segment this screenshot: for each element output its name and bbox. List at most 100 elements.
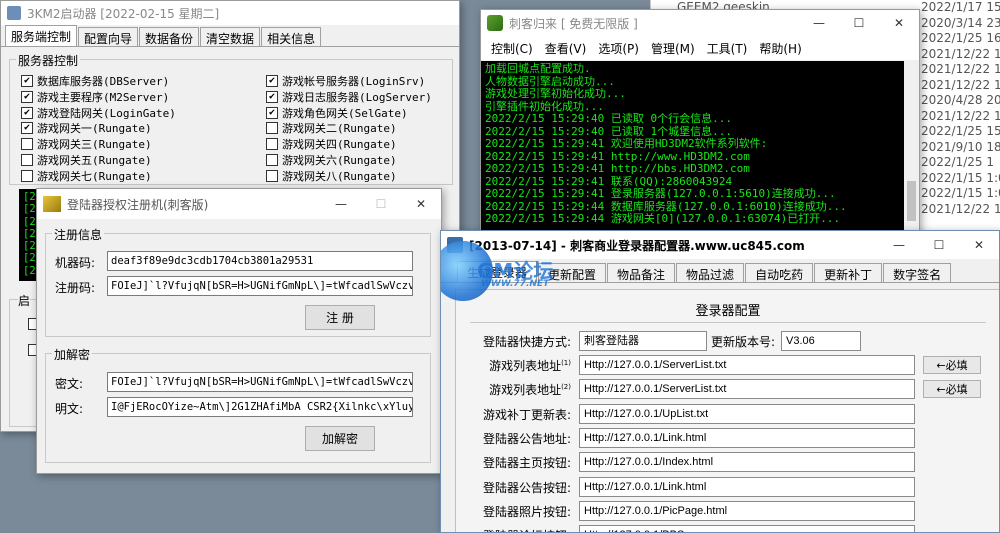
- launcher-log-line: [20: [23, 191, 39, 203]
- server-checkbox-label: 游戏网关五(Rungate): [37, 154, 152, 167]
- config-tab[interactable]: 数字签名: [883, 263, 952, 282]
- close-icon[interactable]: ✕: [879, 10, 919, 36]
- checkmark-icon[interactable]: ✔: [21, 106, 33, 119]
- encrypt-decrypt-button[interactable]: 加解密: [305, 426, 375, 451]
- server-checkbox[interactable]: ✔ 数据库服务器(DBServer): [21, 73, 169, 89]
- checkbox-empty-icon[interactable]: [21, 169, 33, 182]
- crypt-title: 加解密: [52, 346, 93, 363]
- config-url-field[interactable]: Http://127.0.0.1/Link.html: [579, 476, 915, 497]
- console-menu-item[interactable]: 控制(C): [485, 40, 539, 57]
- checkbox-empty-icon[interactable]: [266, 122, 278, 135]
- checkmark-icon[interactable]: ✔: [21, 75, 33, 87]
- config-url-field[interactable]: Http://127.0.0.1/PicPage.html: [579, 500, 915, 521]
- launcher-tab[interactable]: 清空数据: [200, 27, 261, 46]
- launcher-tabs: 服务端控制 配置向导 数据备份 清空数据 相关信息: [1, 25, 459, 47]
- checkmark-icon[interactable]: ✔: [21, 122, 33, 135]
- auth-window: 登陆器授权注册机(刺客版) — ☐ ✕ 注册信息 机器码: deaf3f89e9…: [36, 188, 442, 474]
- console-menu-item[interactable]: 帮助(H): [753, 40, 807, 57]
- config-row-label-text: 登陆器主页按钮:: [482, 456, 571, 471]
- server-checkbox[interactable]: 游戏网关三(Rungate): [21, 136, 152, 152]
- launcher-tab[interactable]: 配置向导: [78, 27, 139, 46]
- server-checkbox-label: 游戏日志服务器(LogServer): [282, 90, 432, 104]
- maximize-icon[interactable]: ☐: [361, 189, 401, 219]
- checkmark-icon[interactable]: ✔: [266, 90, 278, 103]
- config-tab[interactable]: 更新补丁: [814, 263, 883, 282]
- checkbox-empty-icon[interactable]: [21, 154, 33, 166]
- checkmark-icon[interactable]: ✔: [21, 90, 33, 103]
- config-row-label-sup: (1): [561, 359, 571, 367]
- cipher-field[interactable]: FOIeJ]`l?VfujqN[bSR=H>UGNifGmNpL\]=tWfca…: [107, 372, 413, 392]
- server-checkbox[interactable]: ✔ 游戏网关一(Rungate): [21, 120, 152, 136]
- console-log-line: 2022/2/15 15:29:40 已读取 0个行会信息...: [485, 112, 732, 125]
- close-icon[interactable]: ✕: [959, 231, 999, 259]
- server-checkbox[interactable]: ✔ 游戏帐号服务器(LoginSrv): [266, 73, 425, 89]
- launcher-tab[interactable]: 数据备份: [139, 27, 200, 46]
- machine-code-field[interactable]: deaf3f89e9dc3cdb1704cb3801a29531: [107, 251, 413, 271]
- server-checkbox[interactable]: 游戏网关七(Rungate): [21, 168, 152, 184]
- maximize-icon[interactable]: ☐: [839, 10, 879, 36]
- config-row-label: 登陆器公告按钮:: [471, 479, 571, 496]
- version-field[interactable]: V3.06: [781, 331, 861, 351]
- checkbox-empty-icon[interactable]: [266, 138, 278, 151]
- checkmark-icon[interactable]: ✔: [266, 106, 278, 119]
- server-checkbox[interactable]: 游戏网关六(Rungate): [266, 152, 397, 168]
- background-date: 2022/1/25 15: [921, 124, 1000, 138]
- plain-field[interactable]: I@FjERocOYize~Atm\]2G1ZHAfiMbA CSR2{Xiln…: [107, 397, 413, 417]
- background-date: 2021/12/22 1: [921, 108, 1000, 123]
- server-checkbox[interactable]: 游戏网关八(Rungate): [266, 168, 397, 184]
- config-url-field[interactable]: Http://127.0.0.1/UpList.txt: [579, 403, 915, 424]
- console-app-icon: [487, 15, 503, 31]
- minimize-icon[interactable]: —: [879, 231, 919, 259]
- server-checkbox[interactable]: ✔ 游戏日志服务器(LogServer): [266, 89, 432, 105]
- background-date: 2021/9/10 18: [921, 139, 1000, 154]
- console-menu-item[interactable]: 工具(T): [701, 40, 754, 57]
- server-checkbox[interactable]: ✔ 游戏主要程序(M2Server): [21, 89, 169, 105]
- server-checkbox[interactable]: ✔ 游戏登陆网关(LoginGate): [21, 105, 176, 121]
- required-note: ←必填: [923, 356, 981, 374]
- config-url-field[interactable]: Http://127.0.0.1/BBS: [579, 525, 915, 532]
- config-tab[interactable]: 物品备注: [607, 263, 676, 282]
- config-url-field[interactable]: Http://127.0.0.1/ServerList.txt: [579, 355, 915, 375]
- config-url-field[interactable]: Http://127.0.0.1/Link.html: [579, 427, 915, 448]
- maximize-icon[interactable]: ☐: [919, 231, 959, 259]
- launcher-log-line: [20: [23, 215, 39, 228]
- launcher-log-line: [20: [23, 203, 39, 216]
- config-url-field[interactable]: Http://127.0.0.1/ServerList.txt: [579, 379, 915, 400]
- launcher-titlebar[interactable]: 3KM2启动器 [2022-02-15 星期二]: [1, 1, 459, 25]
- minimize-icon[interactable]: —: [321, 189, 361, 219]
- server-checkbox-label: 游戏网关四(Rungate): [282, 138, 397, 152]
- console-menu-item[interactable]: 选项(P): [592, 40, 645, 57]
- config-row-label-text: 游戏列表地址: [489, 383, 562, 398]
- reg-code-label: 注册码:: [55, 281, 96, 295]
- config-tab[interactable]: 物品过滤: [676, 263, 745, 282]
- checkbox-empty-icon[interactable]: [21, 138, 33, 151]
- checkbox-empty-icon[interactable]: [266, 169, 278, 182]
- checkmark-icon[interactable]: ✔: [266, 75, 278, 87]
- background-date: 2020/4/28 20: [921, 93, 1000, 107]
- server-checkbox-label: 游戏网关七(Rungate): [37, 169, 152, 183]
- config-tab[interactable]: 自动吃药: [745, 263, 814, 282]
- console-log-line: 2022/2/15 15:29:41 http://bbs.HD3DM2.com: [485, 162, 750, 175]
- console-menu-item[interactable]: 查看(V): [539, 40, 593, 57]
- close-icon[interactable]: ✕: [401, 189, 441, 219]
- launcher-tab[interactable]: 相关信息: [261, 27, 322, 46]
- server-checkbox[interactable]: 游戏网关二(Rungate): [266, 120, 397, 136]
- console-titlebar[interactable]: 刺客归来 [ 免费无限版 ] — ☐ ✕: [481, 10, 919, 36]
- auth-titlebar[interactable]: 登陆器授权注册机(刺客版) — ☐ ✕: [37, 189, 441, 219]
- plain-label: 明文:: [55, 402, 84, 416]
- console-scrollbar[interactable]: [904, 61, 919, 236]
- launcher-tab[interactable]: 服务端控制: [5, 25, 78, 46]
- server-checkbox[interactable]: ✔ 游戏角色网关(SelGate): [266, 105, 408, 121]
- console-scroll-thumb[interactable]: [907, 181, 916, 221]
- reg-code-field[interactable]: FOIeJ]`l?VfujqN[bSR=H>UGNifGmNpL\]=tWfca…: [107, 276, 413, 296]
- checkbox-empty-icon[interactable]: [266, 154, 278, 166]
- config-row-label-text: 登陆器照片按钮:: [482, 504, 571, 519]
- server-checkbox-label: 游戏主要程序(M2Server): [37, 90, 170, 104]
- minimize-icon[interactable]: —: [799, 10, 839, 36]
- server-checkbox[interactable]: 游戏网关五(Rungate): [21, 152, 152, 168]
- shortcut-field[interactable]: 刺客登陆器: [579, 331, 707, 351]
- console-menu-item[interactable]: 管理(M): [645, 40, 701, 57]
- server-checkbox[interactable]: 游戏网关四(Rungate): [266, 136, 397, 152]
- config-url-field[interactable]: Http://127.0.0.1/Index.html: [579, 452, 915, 473]
- register-button[interactable]: 注 册: [305, 305, 375, 330]
